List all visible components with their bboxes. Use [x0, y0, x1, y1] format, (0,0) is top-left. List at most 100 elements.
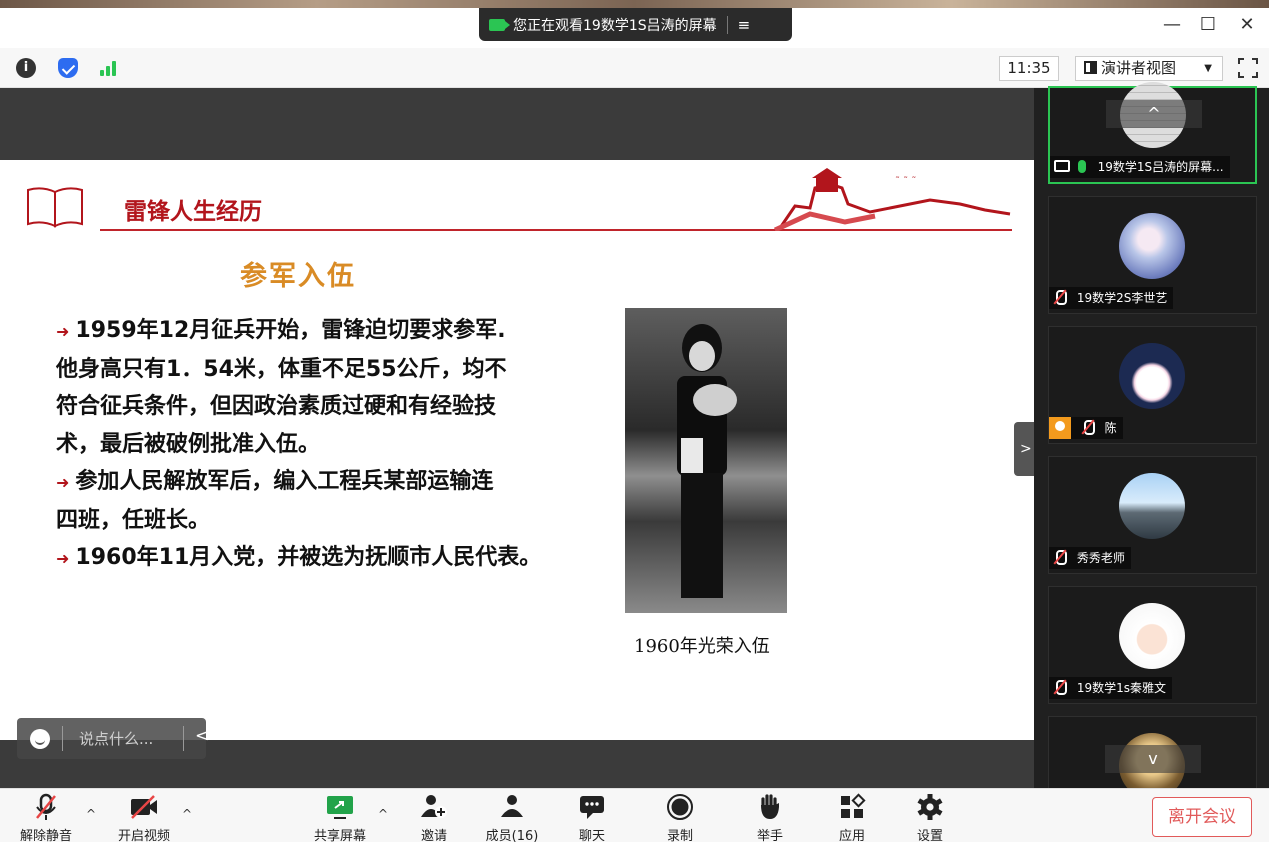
screen-share-icon	[1054, 160, 1070, 172]
audio-options-caret[interactable]: ^	[86, 807, 96, 821]
chevron-down-icon: ▼	[1204, 63, 1212, 74]
bullet-line: 四班，任班长。	[56, 507, 211, 533]
share-banner[interactable]: 您正在观看19数学1S吕涛的屏幕 ≡	[479, 8, 792, 41]
slide-subtitle: 参军入伍	[240, 261, 356, 292]
record-button[interactable]: 录制	[656, 793, 704, 842]
bullet-line: 1959年12月征兵开始，雷锋迫切要求参军.	[75, 318, 506, 343]
slide-bullet-list: ➜ 1959年12月征兵开始，雷锋迫切要求参军. 他身高只有1．54米，体重不足5…	[56, 312, 576, 578]
bullet-line: 他身高只有1．54米，体重不足55公斤，均不	[56, 356, 507, 382]
participants-panel: ^ 19数学1S吕涛的屏幕... 19数学2S李世艺 陈 秀秀老师 19数学1s…	[1034, 82, 1269, 799]
photo-caption: 1960年光荣入伍	[634, 636, 770, 657]
info-icon[interactable]: i	[16, 58, 36, 78]
chat-divider	[183, 726, 184, 751]
control-label: 开启视频	[117, 829, 170, 842]
maximize-button[interactable]: ☐	[1195, 14, 1221, 35]
arrow-bullet-icon: ➜	[56, 473, 70, 492]
muted-microphone-icon	[31, 793, 61, 821]
members-button[interactable]: 成员(16)	[480, 793, 544, 842]
invite-button[interactable]: 邀请	[410, 793, 458, 842]
meeting-window: 您正在观看19数学1S吕涛的屏幕 ≡ — ☐ ✕ i 11:35 演讲者视图 ▼	[0, 0, 1269, 842]
view-mode-dropdown[interactable]: 演讲者视图 ▼	[1075, 56, 1223, 81]
participant-tile[interactable]: 19数学2S李世艺	[1048, 196, 1257, 314]
bullet-line: 参加人民解放军后，编入工程兵某部运输连	[75, 469, 494, 494]
chat-divider	[62, 726, 63, 751]
avatar	[1119, 343, 1185, 409]
settings-button[interactable]: 设置	[906, 793, 954, 842]
leave-meeting-button[interactable]: 离开会议	[1152, 797, 1252, 837]
participant-tile[interactable]: v	[1048, 716, 1257, 799]
scroll-up-button[interactable]: ^	[1106, 100, 1202, 128]
chat-placeholder[interactable]: 说点什么...	[79, 728, 153, 749]
participant-name-tag: 陈	[1049, 417, 1123, 439]
participant-name-tag: 19数学1S吕涛的屏幕...	[1050, 156, 1230, 178]
chat-input-bar[interactable]: 说点什么... <	[17, 718, 209, 759]
control-label: 录制	[666, 829, 693, 842]
bullet-line: 术，最后被破例批准入伍。	[56, 431, 321, 457]
meeting-controls-bar: 解除静音 ^ 开启视频 ^ 共享屏幕 ^ 邀请 成员(16) 聊天 录制 举手 …	[0, 788, 1269, 842]
muted-microphone-icon	[1053, 290, 1067, 305]
participant-name: 19数学1s秦雅文	[1076, 681, 1166, 695]
hand-icon	[755, 793, 785, 821]
members-icon	[497, 793, 527, 821]
apps-button[interactable]: 应用	[828, 793, 876, 842]
participant-name: 陈	[1104, 421, 1117, 435]
chat-button[interactable]: 聊天	[568, 793, 616, 842]
historical-photo	[625, 308, 787, 613]
muted-microphone-icon	[1081, 420, 1095, 435]
bullet-line: 1960年11月入党，并被选为抚顺市人民代表。	[75, 545, 542, 570]
muted-microphone-icon	[1053, 550, 1067, 565]
control-label: 成员(16)	[485, 829, 539, 842]
chevron-left-icon[interactable]: <	[195, 726, 209, 746]
shared-screen-area: 雷锋人生经历 ˜ ˜ ˜ 参军入伍 ➜ 1959年12月征兵开始，雷锋迫切要求参军…	[0, 88, 1034, 788]
participant-name-tag: 19数学1s秦雅文	[1049, 677, 1172, 699]
gear-icon	[915, 793, 945, 821]
bullet-item: ➜ 参加人民解放军后，编入工程兵某部运输连 四班，任班长。	[56, 463, 576, 539]
add-user-icon	[419, 793, 449, 821]
bullet-line: 符合征兵条件，但因政治素质过硬和有经验技	[56, 394, 497, 419]
participant-tile[interactable]: 陈	[1048, 326, 1257, 444]
control-label: 举手	[756, 829, 783, 842]
minimize-button[interactable]: —	[1159, 14, 1185, 35]
speaker-view-icon	[1084, 61, 1097, 74]
great-wall-illustration: ˜ ˜ ˜	[773, 168, 1011, 231]
desktop-background	[0, 0, 1269, 8]
meeting-clock: 11:35	[999, 56, 1059, 81]
participant-tile[interactable]: 19数学1s秦雅文	[1048, 586, 1257, 704]
share-options-caret[interactable]: ^	[378, 807, 388, 821]
participant-name: 19数学2S李世艺	[1076, 291, 1168, 305]
control-label: 邀请	[420, 829, 447, 842]
participant-tile[interactable]: 秀秀老师	[1048, 456, 1257, 574]
avatar	[1119, 213, 1185, 279]
chat-bubble-icon	[577, 793, 607, 821]
share-screen-button[interactable]: 共享屏幕	[308, 793, 372, 842]
bullet-item: ➜ 1959年12月征兵开始，雷锋迫切要求参军. 他身高只有1．54米，体重不足5…	[56, 312, 576, 463]
banner-menu-icon[interactable]: ≡	[738, 16, 751, 34]
soldier-portrait-image	[677, 324, 737, 598]
unmute-button[interactable]: 解除静音	[14, 793, 78, 842]
camera-icon	[489, 18, 510, 31]
avatar	[1119, 603, 1185, 669]
fullscreen-icon[interactable]	[1238, 58, 1258, 78]
slide-header: 雷锋人生经历	[124, 199, 262, 225]
arrow-bullet-icon: ➜	[56, 549, 70, 568]
arrow-bullet-icon: ➜	[56, 322, 70, 341]
control-label: 共享屏幕	[313, 829, 366, 842]
person-icon	[1049, 417, 1071, 439]
network-signal-icon[interactable]	[99, 58, 119, 78]
share-screen-icon	[325, 793, 355, 821]
svg-text:˜ ˜ ˜: ˜ ˜ ˜	[895, 175, 916, 187]
emoji-icon[interactable]	[30, 729, 50, 749]
video-options-caret[interactable]: ^	[182, 807, 192, 821]
raise-hand-button[interactable]: 举手	[746, 793, 794, 842]
record-icon	[665, 793, 695, 821]
share-banner-text: 您正在观看19数学1S吕涛的屏幕	[513, 17, 717, 34]
start-video-button[interactable]: 开启视频	[112, 793, 176, 842]
view-mode-label: 演讲者视图	[1101, 59, 1177, 77]
participant-name-tag: 19数学2S李世艺	[1049, 287, 1174, 309]
presentation-slide: 雷锋人生经历 ˜ ˜ ˜ 参军入伍 ➜ 1959年12月征兵开始，雷锋迫切要求参军…	[0, 160, 1034, 759]
close-button[interactable]: ✕	[1234, 14, 1260, 35]
control-label: 设置	[916, 829, 943, 842]
scroll-down-button[interactable]: v	[1105, 745, 1201, 773]
security-shield-icon[interactable]	[58, 58, 78, 78]
participant-tile[interactable]: ^ 19数学1S吕涛的屏幕...	[1048, 82, 1257, 184]
